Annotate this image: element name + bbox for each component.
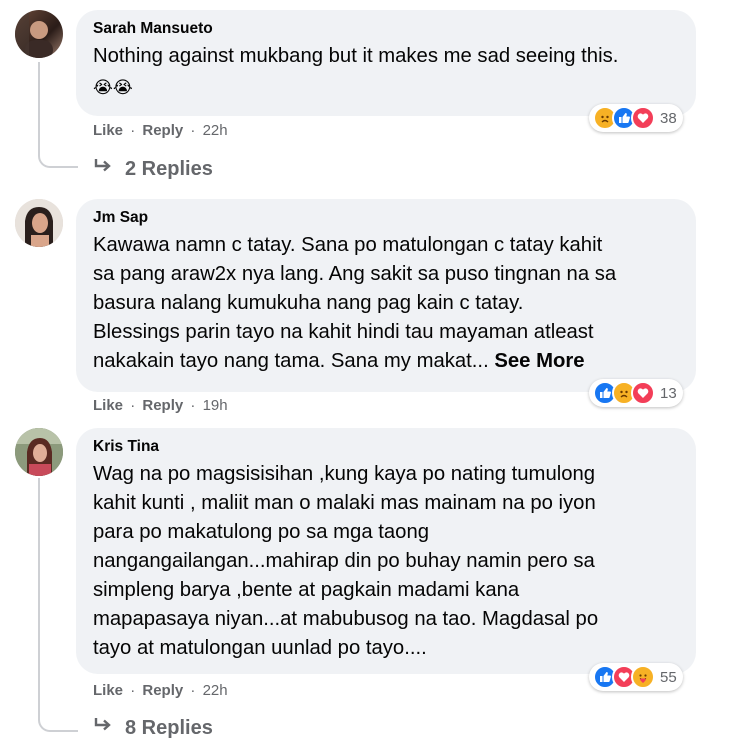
reply-link[interactable]: Reply xyxy=(142,122,183,139)
comment-line: sa pang araw2x nya lang. Ang sakit sa pu… xyxy=(93,263,617,285)
comment-line: Blessings parin tayo na kahit hindi tau … xyxy=(93,321,594,343)
reaction-summary[interactable]: 38 xyxy=(589,104,683,132)
reply-link[interactable]: Reply xyxy=(142,682,183,699)
comment-line: nakakain tayo nang tama. Sana my makat..… xyxy=(93,350,489,372)
view-replies-link[interactable]: 8 Replies xyxy=(93,716,213,740)
comment-line: Wag na po magsisisihan ,kung kaya po nat… xyxy=(93,463,596,485)
comment-actions: Like · Reply · 22h xyxy=(93,682,228,699)
reaction-summary[interactable]: 13 xyxy=(589,379,683,407)
avatar[interactable] xyxy=(15,199,63,247)
timestamp[interactable]: 19h xyxy=(203,397,228,414)
reply-arrow-icon xyxy=(93,716,113,740)
separator: · xyxy=(190,397,196,414)
reaction-count: 55 xyxy=(660,668,677,686)
thread-connector xyxy=(38,716,78,732)
comment-bubble: Sarah Mansueto Nothing against mukbang b… xyxy=(76,10,696,116)
replies-label: 2 Replies xyxy=(125,157,213,180)
see-more-link[interactable]: See More xyxy=(494,350,584,372)
like-link[interactable]: Like xyxy=(93,122,123,139)
comment-author[interactable]: Sarah Mansueto xyxy=(93,19,678,39)
comment-line: para po makatulong po sa mga taong xyxy=(93,521,429,543)
comment-author[interactable]: Kris Tina xyxy=(93,437,678,457)
reaction-count: 13 xyxy=(660,384,677,402)
avatar[interactable] xyxy=(15,428,63,476)
like-link[interactable]: Like xyxy=(93,682,123,699)
reply-link[interactable]: Reply xyxy=(142,397,183,414)
separator: · xyxy=(130,682,136,699)
avatar-photo xyxy=(15,10,53,58)
timestamp[interactable]: 22h xyxy=(203,682,228,699)
comment-line: tayo at matulongan uunlad po tayo.... xyxy=(93,637,427,659)
comment-actions: Like · Reply · 22h xyxy=(93,122,228,139)
crying-emoji: 😭😭 xyxy=(93,78,133,97)
avatar-photo xyxy=(15,199,63,247)
avatar[interactable] xyxy=(15,10,63,58)
comment-line: simpleng barya ,bente at pagkain madami … xyxy=(93,579,520,601)
view-replies-link[interactable]: 2 Replies xyxy=(93,157,213,181)
thread-connector xyxy=(38,152,78,168)
love-reaction-icon xyxy=(631,106,655,130)
reaction-count: 38 xyxy=(660,109,677,127)
comment-line: basura nalang kumukuha nang pag kain c t… xyxy=(93,292,524,314)
separator: · xyxy=(130,122,136,139)
separator: · xyxy=(190,122,196,139)
comment-bubble: Jm Sap Kawawa namn c tatay. Sana po matu… xyxy=(76,199,696,392)
separator: · xyxy=(190,682,196,699)
reaction-summary[interactable]: 55 xyxy=(589,663,683,691)
comment-text: Nothing against mukbang but it makes me … xyxy=(93,45,619,67)
comment-bubble: Kris Tina Wag na po magsisisihan ,kung k… xyxy=(76,428,696,674)
comment-line: mapapasaya niyan...at mabubusog na tao. … xyxy=(93,608,599,630)
thread-line xyxy=(38,478,40,718)
comment-actions: Like · Reply · 19h xyxy=(93,397,228,414)
care-reaction-icon xyxy=(631,665,655,689)
comment-line: Kawawa namn c tatay. Sana po matulongan … xyxy=(93,234,603,256)
love-reaction-icon xyxy=(631,381,655,405)
avatar-photo xyxy=(15,428,63,476)
comment-author[interactable]: Jm Sap xyxy=(93,208,678,228)
replies-label: 8 Replies xyxy=(125,716,213,739)
comment-line: kahit kunti , maliit man o malaki mas ma… xyxy=(93,492,596,514)
separator: · xyxy=(130,397,136,414)
comment-line: nangangailangan...mahirap din po buhay n… xyxy=(93,550,595,572)
timestamp[interactable]: 22h xyxy=(203,122,228,139)
thread-line xyxy=(38,62,40,154)
like-link[interactable]: Like xyxy=(93,397,123,414)
reply-arrow-icon xyxy=(93,157,113,181)
